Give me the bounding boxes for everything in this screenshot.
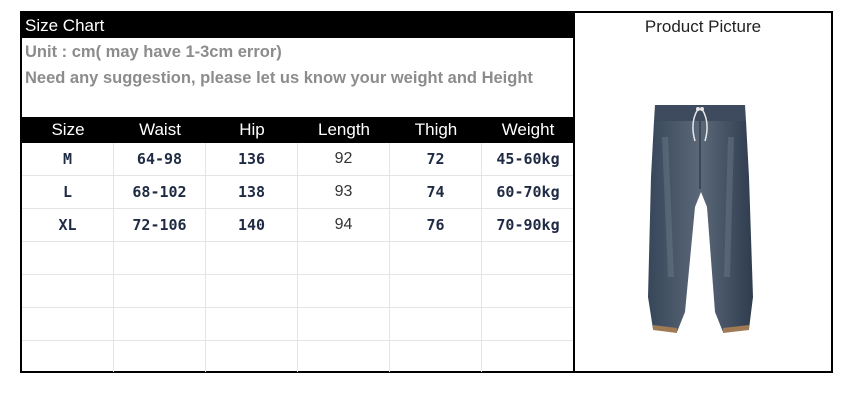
product-picture-panel: Product Picture — [575, 13, 831, 371]
product-picture-title: Product Picture — [644, 17, 762, 36]
empty-cell — [298, 242, 390, 274]
size-chart-panel: Size Chart Unit : cm( may have 1-3cm err… — [22, 13, 574, 372]
cell-thigh: 76 — [390, 209, 482, 241]
cell-size: L — [22, 176, 114, 208]
empty-table-row — [22, 341, 574, 372]
header-weight: Weight — [501, 120, 555, 139]
table-row: M 64-98 136 92 72 45-60kg — [22, 143, 574, 176]
empty-cell — [22, 341, 114, 372]
suggestion-note: Need any suggestion, please let us know … — [25, 69, 533, 87]
cell-length: 93 — [298, 176, 390, 208]
cell-thigh: 74 — [390, 176, 482, 208]
empty-cell — [298, 275, 390, 307]
empty-cell — [206, 341, 298, 372]
empty-cell — [22, 275, 114, 307]
empty-cell — [114, 275, 206, 307]
cell-waist: 68-102 — [114, 176, 206, 208]
cell-size: M — [22, 143, 114, 175]
empty-cell — [390, 275, 482, 307]
empty-cell — [22, 242, 114, 274]
empty-table-row — [22, 275, 574, 308]
cell-thigh: 72 — [390, 143, 482, 175]
cell-hip: 138 — [206, 176, 298, 208]
empty-cell — [482, 275, 574, 307]
cell-waist: 72-106 — [114, 209, 206, 241]
header-waist: Waist — [139, 120, 181, 139]
cell-hip: 136 — [206, 143, 298, 175]
empty-table-row — [22, 242, 574, 275]
size-chart-frame: Size Chart Unit : cm( may have 1-3cm err… — [20, 11, 833, 373]
empty-cell — [114, 308, 206, 340]
size-chart-title: Size Chart — [22, 13, 574, 38]
empty-table-row — [22, 308, 574, 341]
cell-waist: 64-98 — [114, 143, 206, 175]
empty-cell — [206, 242, 298, 274]
cell-weight: 45-60kg — [496, 150, 560, 168]
size-table: Size Waist Hip Length Thigh Weight M 64-… — [22, 117, 574, 372]
empty-cell — [114, 242, 206, 274]
empty-cell — [298, 341, 390, 372]
empty-cell — [22, 308, 114, 340]
header-length: Length — [318, 120, 370, 139]
empty-cell — [390, 308, 482, 340]
cell-weight: 60-70kg — [496, 183, 560, 201]
empty-cell — [482, 242, 574, 274]
cell-size: XL — [22, 209, 114, 241]
table-row: L 68-102 138 93 74 60-70kg — [22, 176, 574, 209]
table-row: XL 72-106 140 94 76 70-90kg — [22, 209, 574, 242]
header-size: Size — [51, 120, 85, 139]
table-header-row: Size Waist Hip Length Thigh Weight — [22, 117, 574, 143]
cell-hip: 140 — [206, 209, 298, 241]
empty-cell — [390, 242, 482, 274]
empty-cell — [206, 308, 298, 340]
empty-cell — [206, 275, 298, 307]
cell-length: 92 — [298, 143, 390, 175]
empty-cell — [390, 341, 482, 372]
unit-note: Unit : cm( may have 1-3cm error) — [25, 43, 282, 61]
cell-weight: 70-90kg — [496, 216, 560, 234]
empty-cell — [482, 341, 574, 372]
empty-cell — [298, 308, 390, 340]
empty-cell — [482, 308, 574, 340]
jeans-pants-image — [648, 105, 753, 333]
header-thigh: Thigh — [414, 120, 458, 139]
header-hip: Hip — [239, 120, 265, 139]
empty-cell — [114, 341, 206, 372]
cell-length: 94 — [298, 209, 390, 241]
